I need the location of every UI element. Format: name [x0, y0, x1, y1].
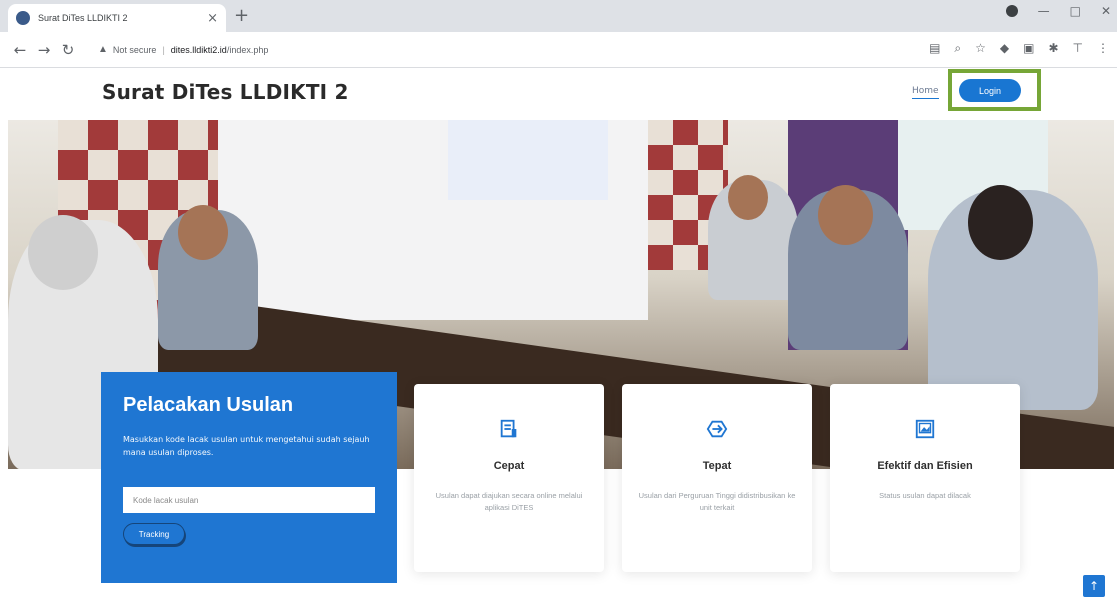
profile-icon[interactable]: [1005, 5, 1018, 17]
extension-icon[interactable]: ◆: [1000, 41, 1009, 56]
site-header: Surat DiTes LLDIKTI 2 Home Login: [0, 68, 1117, 120]
translate-icon[interactable]: ▤: [929, 41, 940, 56]
browser-tab[interactable]: Surat DiTes LLDIKTI 2 ×: [8, 4, 226, 32]
window-controls: — □ ✕: [1005, 4, 1111, 18]
feature-description: Usulan dari Perguruan Tinggi didistribus…: [638, 491, 796, 512]
login-button[interactable]: Login: [959, 79, 1021, 102]
back-to-top-button[interactable]: ↑: [1083, 575, 1105, 597]
site-brand[interactable]: Surat DiTes LLDIKTI 2: [102, 80, 349, 104]
feature-title: Efektif dan Efisien: [877, 460, 973, 472]
feature-description: Usulan dapat diajukan secara online mela…: [435, 491, 583, 512]
feature-card-tepat: Tepat Usulan dari Perguruan Tinggi didis…: [622, 384, 812, 572]
attendee-head: [28, 215, 98, 290]
nav-home-link[interactable]: Home: [912, 86, 939, 99]
tracking-button[interactable]: Tracking: [123, 523, 185, 545]
tracking-title: Pelacakan Usulan: [123, 394, 294, 416]
tracking-description: Masukkan kode lacak usulan untuk mengeta…: [123, 435, 370, 457]
feature-card-cepat: Cepat Usulan dapat diajukan secara onlin…: [414, 384, 604, 572]
tab-title: Surat DiTes LLDIKTI 2: [38, 13, 128, 23]
attendee-head: [968, 185, 1033, 260]
site-favicon-icon: [16, 11, 30, 25]
security-label: Not secure: [112, 44, 157, 55]
url-field[interactable]: ▲ Not secure | dites.lldikti2.id /index.…: [88, 37, 938, 63]
url-host: dites.lldikti2.id: [170, 44, 227, 55]
url-path: /index.php: [226, 44, 269, 55]
tab-close-icon[interactable]: ×: [207, 11, 218, 26]
menu-dots-icon[interactable]: ⋮: [1097, 41, 1109, 56]
maximize-icon[interactable]: □: [1070, 4, 1081, 18]
feature-title: Cepat: [493, 460, 525, 472]
reading-icon[interactable]: ⊤: [1073, 41, 1083, 56]
browser-address-bar: ← → ↻ ▲ Not secure | dites.lldikti2.id /…: [0, 32, 1117, 68]
tracking-card: Pelacakan Usulan Masukkan kode lacak usu…: [101, 372, 397, 583]
screenshot-icon[interactable]: ▣: [1023, 41, 1034, 56]
projector-screen: [448, 120, 608, 200]
minimize-icon[interactable]: —: [1038, 4, 1050, 18]
browser-tab-bar: Surat DiTes LLDIKTI 2 × + — □ ✕: [0, 0, 1117, 32]
reload-icon[interactable]: ↻: [56, 41, 80, 59]
feature-card-efektif: Efektif dan Efisien Status usulan dapat …: [830, 384, 1020, 572]
image-frame-icon: [915, 419, 935, 439]
url-separator: |: [162, 44, 165, 55]
back-arrow-icon[interactable]: ←: [8, 41, 32, 59]
attendee-head: [178, 205, 228, 260]
close-window-icon[interactable]: ✕: [1101, 4, 1111, 18]
extension-toolbar: ▤ ⌕ ☆ ◆ ▣ ✱ ⊤ ⋮: [929, 41, 1109, 56]
forward-arrow-icon[interactable]: →: [32, 41, 56, 59]
warning-icon: ▲: [98, 44, 108, 55]
target-arrow-icon: [706, 420, 728, 438]
attendee-head: [728, 175, 768, 220]
feature-description: Status usulan dapat dilacak: [879, 491, 971, 500]
puzzle-icon[interactable]: ✱: [1048, 41, 1058, 56]
new-tab-button[interactable]: +: [234, 5, 249, 26]
feature-title: Tepat: [702, 460, 732, 472]
bookmark-star-icon[interactable]: ☆: [975, 41, 986, 56]
attendee-head: [818, 185, 873, 245]
document-list-icon: [500, 419, 517, 438]
tracking-code-input[interactable]: [123, 487, 375, 513]
zoom-icon[interactable]: ⌕: [954, 41, 961, 56]
